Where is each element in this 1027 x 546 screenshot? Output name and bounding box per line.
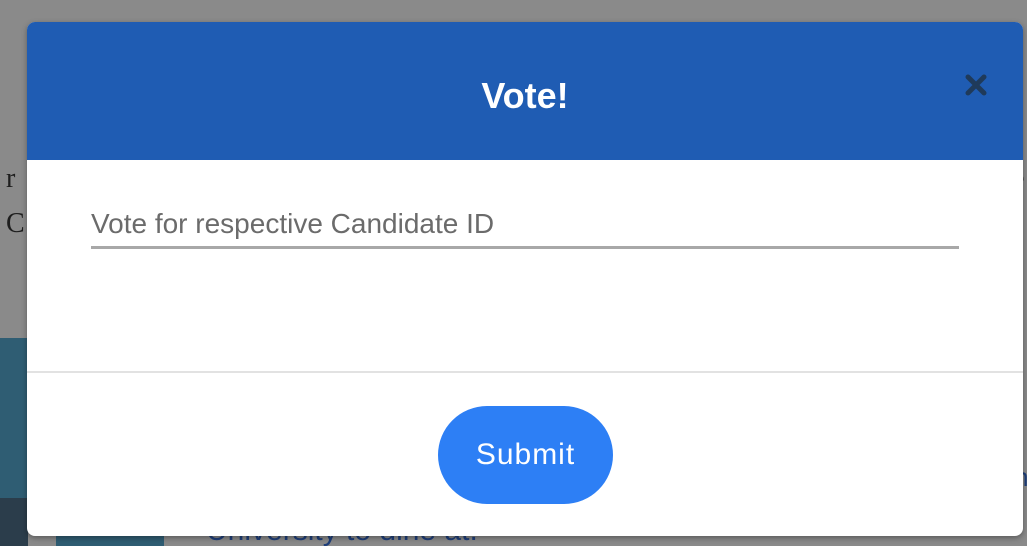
vote-modal: Vote! Submit: [27, 22, 1023, 536]
modal-body: [27, 160, 1023, 370]
close-button[interactable]: [959, 68, 993, 102]
submit-button[interactable]: Submit: [438, 406, 613, 504]
modal-header: Vote!: [27, 22, 1023, 160]
background-image: [0, 338, 28, 498]
background-text-fragment: C: [6, 208, 25, 239]
close-icon: [965, 74, 987, 96]
candidate-id-input[interactable]: [91, 202, 959, 249]
background-text-fragment: r: [6, 163, 16, 194]
modal-title: Vote!: [481, 75, 569, 116]
modal-footer: Submit: [27, 373, 1023, 536]
background-image: [0, 498, 28, 546]
